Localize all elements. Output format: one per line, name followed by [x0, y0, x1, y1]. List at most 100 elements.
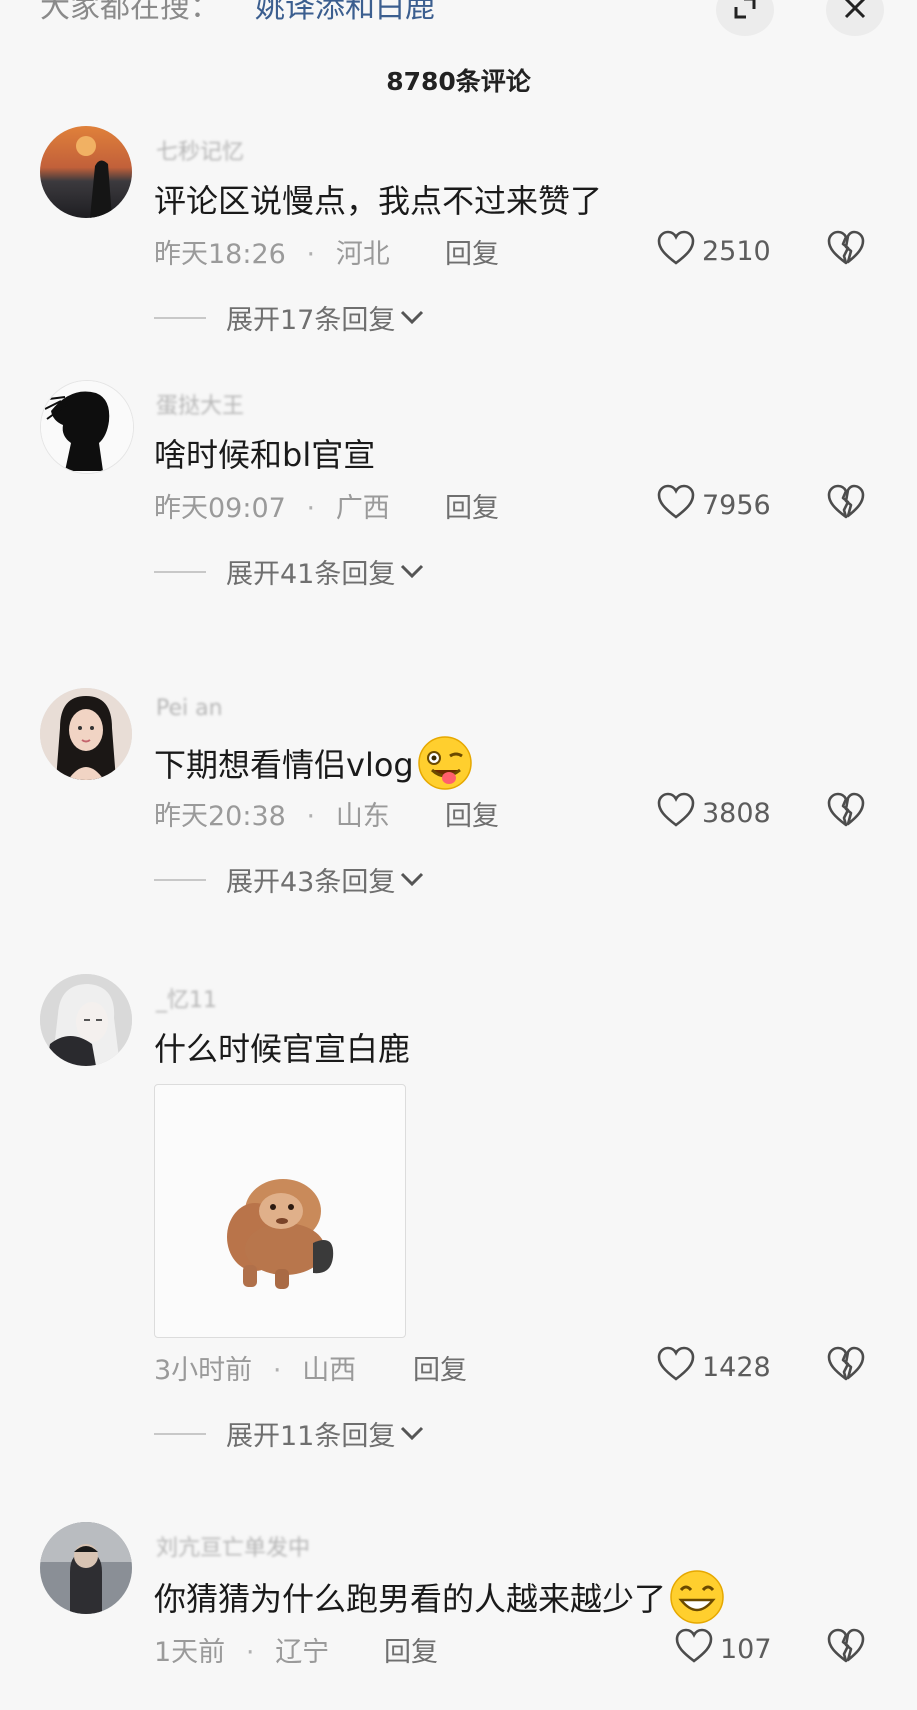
like-button[interactable]: 107 — [674, 1628, 772, 1671]
comment-count-title: 8780条评论 — [386, 67, 531, 96]
expand-replies-label: 展开43条回复 — [226, 867, 396, 898]
search-prefix: 大家都在搜： — [40, 0, 220, 25]
comment-text-content: 下期想看情侣vlog — [154, 746, 414, 784]
comment-location: 辽宁 — [275, 1637, 330, 1668]
meta-separator: · — [245, 1637, 255, 1668]
comment-time: 1天前 — [154, 1637, 226, 1668]
avatar[interactable] — [40, 688, 132, 780]
expand-button[interactable] — [716, 0, 774, 36]
comment-text: 下期想看情侣vlog — [154, 736, 474, 796]
comment-location: 山西 — [302, 1355, 357, 1386]
expand-replies-label: 展开17条回复 — [226, 305, 396, 336]
meta-separator: · — [306, 493, 316, 524]
expand-icon — [732, 0, 758, 25]
comment-item: 七秒记忆 评论区说慢点，我点不过来赞了 昨天18:26 · 河北 回复 2510 展… — [0, 126, 917, 356]
like-count: 2510 — [702, 236, 771, 267]
comment-text: 什么时候官宣白鹿 — [154, 1030, 411, 1068]
avatar[interactable] — [40, 974, 132, 1066]
reply-button[interactable]: 回复 — [445, 232, 499, 271]
comment-item: 蛋挞大王 啥时候和bl官宣 昨天09:07 · 广西 回复 7956 展开41条回复 — [0, 380, 917, 610]
reply-button[interactable]: 回复 — [445, 794, 499, 833]
like-button[interactable]: 7956 — [656, 484, 771, 527]
comment-item: _忆11 什么时候官宣白鹿 3小时前 · 山西 回复 1428 展开11条回复 — [0, 974, 917, 1474]
chevron-down-icon — [399, 302, 425, 333]
comment-time: 3小时前 — [154, 1355, 253, 1386]
username[interactable]: 刘亢亘亡单发中 — [156, 1530, 310, 1562]
search-term: 姚译添和白鹿 — [255, 0, 435, 25]
monkey-sticker-image[interactable] — [154, 1084, 406, 1338]
broken-heart-icon — [826, 1628, 866, 1668]
divider-line — [154, 570, 206, 573]
close-button[interactable] — [826, 0, 884, 36]
like-button[interactable]: 2510 — [656, 230, 771, 273]
avatar[interactable] — [40, 380, 134, 474]
comment-text-content: 你猜猜为什么跑男看的人越来越少了 — [154, 1580, 667, 1618]
meta-separator: · — [306, 801, 316, 832]
dislike-button[interactable] — [826, 1346, 866, 1386]
close-icon — [842, 0, 868, 25]
divider-line — [154, 1432, 206, 1435]
dislike-button[interactable] — [826, 484, 866, 524]
broken-heart-icon — [826, 484, 866, 524]
dislike-button[interactable] — [826, 230, 866, 270]
like-button[interactable]: 3808 — [656, 792, 771, 835]
avatar[interactable] — [40, 1522, 132, 1614]
like-count: 107 — [720, 1634, 772, 1665]
comment-text: 你猜猜为什么跑男看的人越来越少了 — [154, 1570, 726, 1630]
like-button[interactable]: 1428 — [656, 1346, 771, 1389]
reply-button[interactable]: 回复 — [413, 1348, 467, 1387]
heart-icon — [656, 484, 696, 527]
comment-meta: 3小时前 · 山西 — [154, 1348, 402, 1387]
meta-separator: · — [306, 239, 316, 270]
like-count: 7956 — [702, 490, 771, 521]
heart-icon — [656, 230, 696, 273]
heart-icon — [656, 1346, 696, 1389]
comment-location: 广西 — [335, 493, 390, 524]
divider-line — [154, 878, 206, 881]
expand-replies-button[interactable]: 展开11条回复 — [154, 1414, 425, 1453]
broken-heart-icon — [826, 1346, 866, 1386]
grin-emoji-icon — [668, 1568, 726, 1626]
search-suggestion-link[interactable]: 姚译添和白鹿 — [255, 0, 454, 26]
username[interactable]: 蛋挞大王 — [156, 388, 244, 420]
comment-meta: 1天前 · 辽宁 — [154, 1630, 375, 1669]
username[interactable]: 七秒记忆 — [156, 134, 244, 166]
comment-item: Pei an 下期想看情侣vlog 昨天20:38 · 山东 回复 3808 展开4… — [0, 688, 917, 918]
comment-time: 昨天20:38 — [154, 801, 286, 832]
meta-separator: · — [272, 1355, 282, 1386]
divider-line — [154, 316, 206, 319]
comment-time: 昨天09:07 — [154, 493, 286, 524]
chevron-down-icon — [399, 1418, 425, 1449]
search-icon — [438, 0, 454, 3]
username[interactable]: _忆11 — [156, 982, 217, 1014]
reply-button[interactable]: 回复 — [445, 486, 499, 525]
comment-text: 评论区说慢点，我点不过来赞了 — [154, 182, 603, 220]
comment-meta: 昨天20:38 · 山东 — [154, 794, 436, 833]
expand-replies-button[interactable]: 展开41条回复 — [154, 552, 425, 591]
heart-icon — [656, 792, 696, 835]
broken-heart-icon — [826, 792, 866, 832]
chevron-down-icon — [399, 864, 425, 895]
wink-tongue-emoji-icon — [416, 734, 474, 792]
comment-location: 山东 — [335, 801, 390, 832]
avatar[interactable] — [40, 126, 132, 218]
expand-replies-button[interactable]: 展开43条回复 — [154, 860, 425, 899]
comment-meta: 昨天18:26 · 河北 — [154, 232, 436, 271]
reply-button[interactable]: 回复 — [384, 1630, 438, 1669]
broken-heart-icon — [826, 230, 866, 270]
comment-location: 河北 — [335, 239, 390, 270]
username[interactable]: Pei an — [156, 696, 223, 721]
dislike-button[interactable] — [826, 792, 866, 832]
like-count: 3808 — [702, 798, 771, 829]
chevron-down-icon — [399, 556, 425, 587]
comment-item: 刘亢亘亡单发中 你猜猜为什么跑男看的人越来越少了 1天前 · 辽宁 回复 107 — [0, 1522, 917, 1710]
comment-meta: 昨天09:07 · 广西 — [154, 486, 436, 525]
expand-replies-label: 展开11条回复 — [226, 1421, 396, 1452]
comment-text: 啥时候和bl官宣 — [154, 436, 376, 474]
top-bar: 大家都在搜： 姚译添和白鹿 — [0, 0, 917, 45]
dislike-button[interactable] — [826, 1628, 866, 1668]
like-count: 1428 — [702, 1352, 771, 1383]
comment-time: 昨天18:26 — [154, 239, 286, 270]
expand-replies-label: 展开41条回复 — [226, 559, 396, 590]
expand-replies-button[interactable]: 展开17条回复 — [154, 298, 425, 337]
